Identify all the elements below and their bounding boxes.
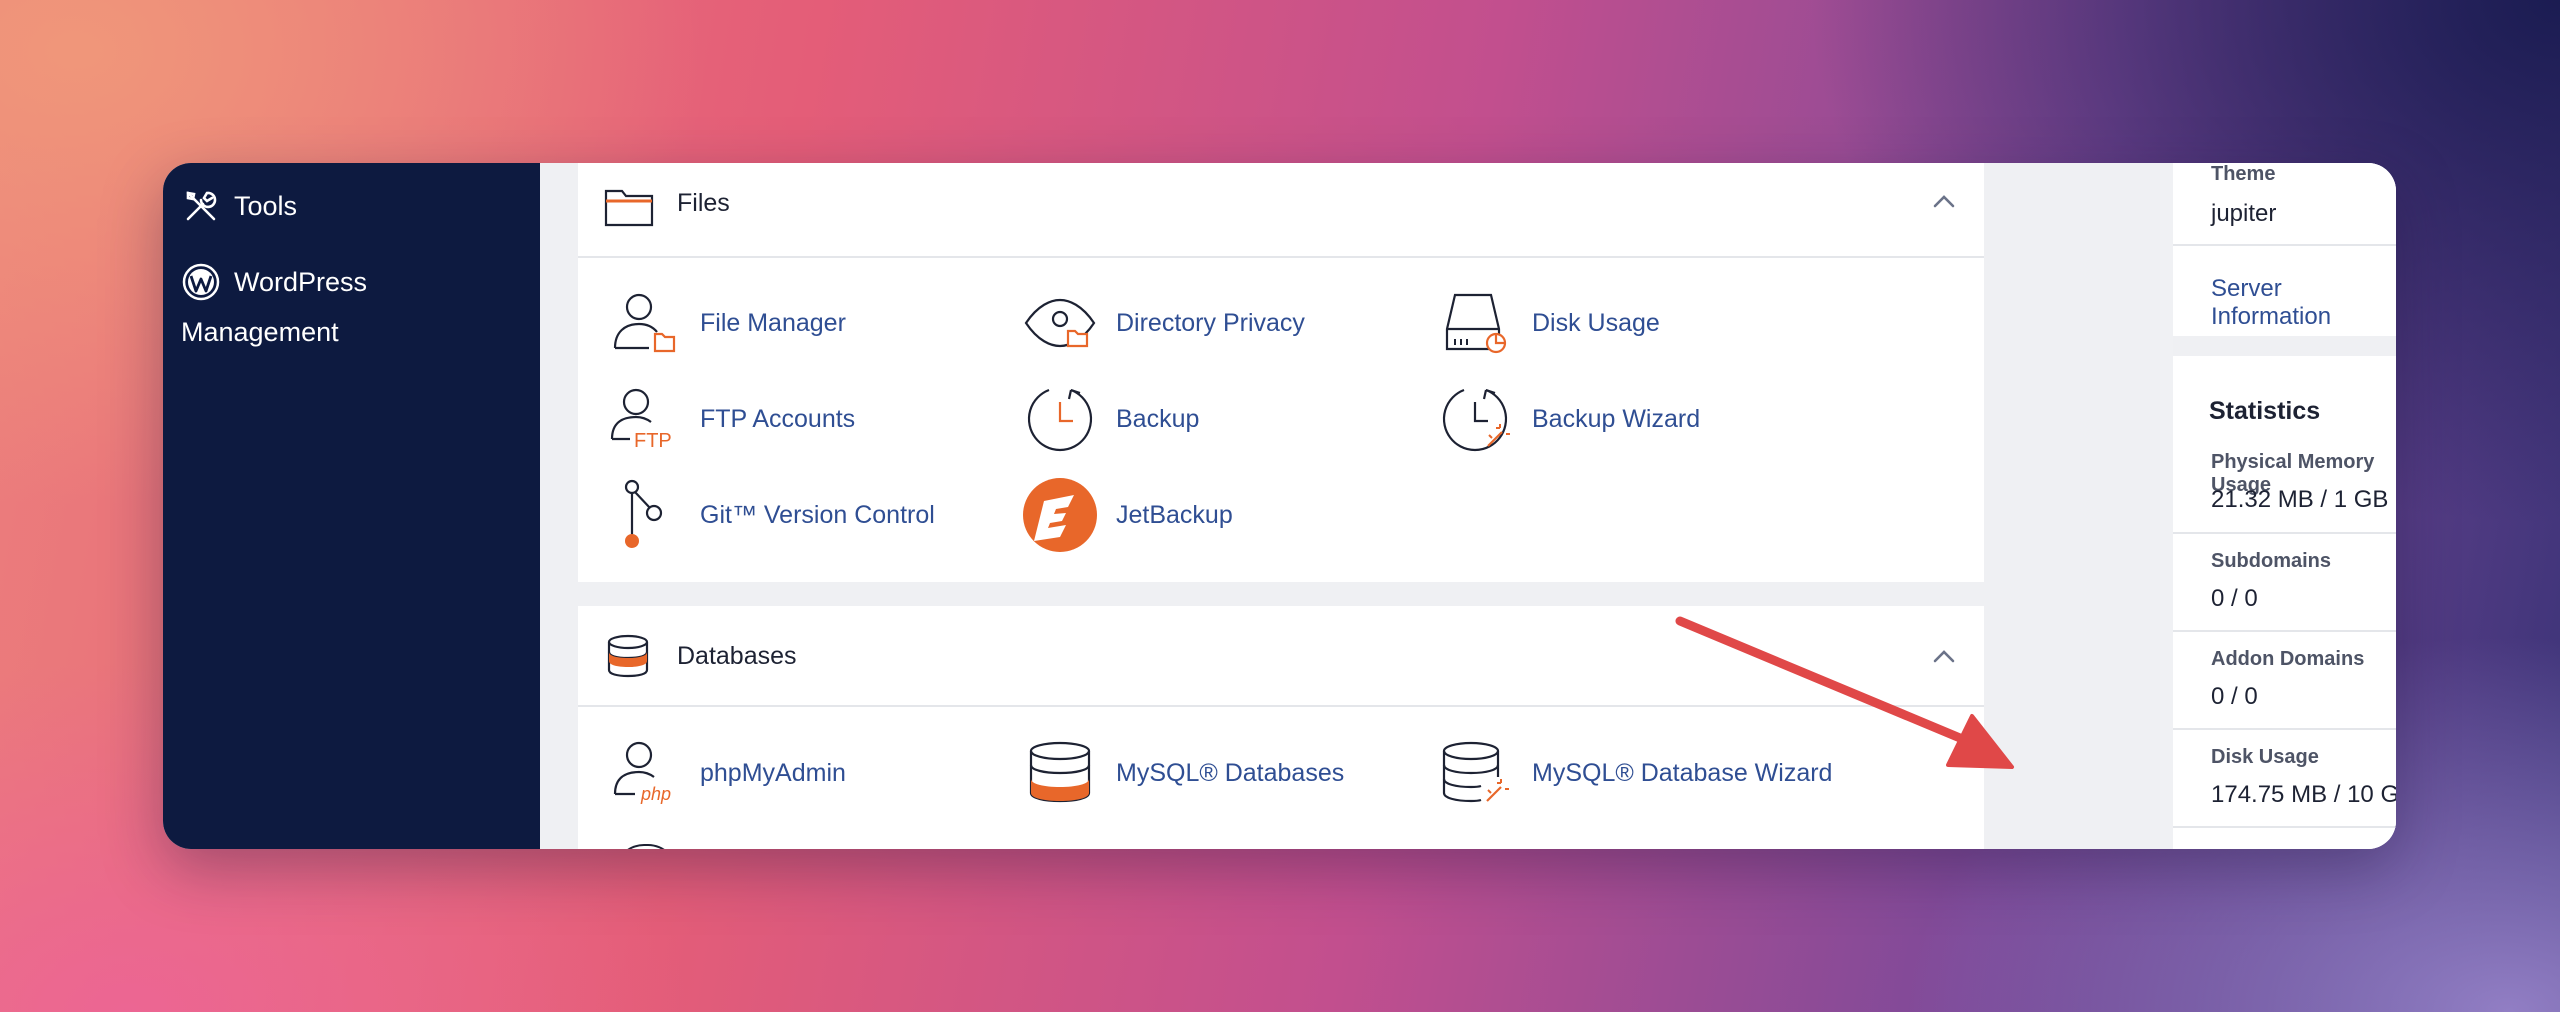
ftp-badge: FTP	[634, 430, 672, 451]
tool-git-version-control[interactable]: Git™ Version Control	[606, 477, 935, 553]
main-content: Files File Manager Directory Privacy Dis…	[540, 163, 2160, 849]
stat-value: 174.75 MB / 10 GB (1.71%)	[2211, 781, 2396, 808]
right-sidebar: Theme jupiter Server Information Statist…	[2173, 163, 2396, 849]
stat-row-disk-usage: Disk Usage 174.75 MB / 10 GB (1.71%)	[2173, 730, 2396, 828]
chevron-up-icon[interactable]	[1932, 193, 1956, 209]
tool-ftp-accounts[interactable]: FTP FTP Accounts	[606, 381, 855, 457]
server-information-link[interactable]: Server Information	[2211, 275, 2396, 331]
stat-value: 21.32 MB / 1 GB (2.08%)	[2211, 486, 2389, 513]
stat-label: Disk Usage	[2211, 746, 2319, 768]
tool-jetbackup-label: JetBackup	[1116, 500, 1233, 529]
tool-mysql-database-wizard-label: MySQL® Database Wizard	[1532, 758, 1833, 787]
sidebar-item-tools-label: Tools	[234, 191, 298, 221]
wordpress-icon	[181, 262, 221, 302]
database-wizard-icon	[1438, 735, 1514, 811]
files-panel-title: Files	[677, 189, 730, 217]
php-badge: php	[640, 784, 671, 804]
tool-file-manager[interactable]: File Manager	[606, 285, 846, 361]
stat-label: Addon Domains	[2211, 648, 2365, 670]
eye-icon	[1022, 285, 1098, 361]
tool-file-manager-label: File Manager	[700, 308, 846, 337]
statistics-card: Statistics Physical Memory Usage 21.32 M…	[2173, 356, 2396, 849]
info-card: Theme jupiter Server Information	[2173, 163, 2396, 336]
stat-value: 0 / 0	[2211, 585, 2258, 612]
databases-panel-header[interactable]: Databases	[578, 606, 1984, 707]
files-panel: Files File Manager Directory Privacy Dis…	[578, 163, 1984, 582]
sidebar-item-tools[interactable]: Tools	[181, 181, 297, 231]
phpmyadmin-icon: php	[606, 735, 682, 811]
clock-icon	[1022, 381, 1098, 457]
disk-usage-icon	[1438, 285, 1514, 361]
sidebar: Tools WordPress Management	[163, 163, 540, 849]
theme-label: Theme	[2211, 163, 2276, 185]
tool-backup[interactable]: Backup	[1022, 381, 1199, 457]
stat-label: Subdomains	[2211, 550, 2332, 572]
files-panel-header[interactable]: Files	[578, 163, 1984, 258]
chevron-up-icon[interactable]	[1932, 648, 1956, 664]
stat-row-addon-domains: Addon Domains 0 / 0	[2173, 632, 2396, 730]
tool-disk-usage[interactable]: Disk Usage	[1438, 285, 1660, 361]
tools-icon	[181, 186, 221, 226]
tool-mysql-databases[interactable]: MySQL® Databases	[1022, 735, 1344, 811]
tool-directory-privacy-label: Directory Privacy	[1116, 308, 1305, 337]
tool-directory-privacy[interactable]: Directory Privacy	[1022, 285, 1305, 361]
tool-mysql-database-wizard[interactable]: MySQL® Database Wizard	[1438, 735, 1832, 811]
tool-mysql-databases-label: MySQL® Databases	[1116, 758, 1345, 787]
file-manager-icon	[606, 285, 682, 361]
git-icon	[606, 477, 682, 553]
cpanel-window: Tools WordPress Management Files File Ma…	[163, 163, 2396, 849]
tool-phpmyadmin[interactable]: php phpMyAdmin	[606, 735, 846, 811]
theme-value: jupiter	[2211, 200, 2277, 227]
database-icon-partial	[614, 844, 678, 849]
databases-panel: Databases php phpMyAdmin MySQL® Database…	[578, 606, 1984, 849]
stat-value: 0 / 0	[2211, 683, 2258, 710]
sidebar-item-wordpress[interactable]: WordPress Management	[181, 257, 367, 357]
folder-icon	[604, 189, 654, 227]
tool-phpmyadmin-label: phpMyAdmin	[700, 758, 846, 787]
ftp-icon: FTP	[606, 381, 682, 457]
tool-backup-wizard-label: Backup Wizard	[1532, 404, 1701, 433]
tool-ftp-accounts-label: FTP Accounts	[700, 404, 856, 433]
tool-disk-usage-label: Disk Usage	[1532, 308, 1660, 337]
stat-row-physical-memory: Physical Memory Usage 21.32 MB / 1 GB (2…	[2173, 441, 2396, 534]
tool-jetbackup[interactable]: JetBackup	[1022, 477, 1233, 553]
database-icon	[1022, 735, 1098, 811]
databases-panel-title: Databases	[677, 642, 797, 670]
theme-row: Theme jupiter	[2173, 163, 2396, 246]
tool-git-version-control-label: Git™ Version Control	[700, 500, 935, 529]
jetbackup-icon	[1022, 477, 1098, 553]
tool-backup-label: Backup	[1116, 404, 1200, 433]
sidebar-item-wordpress-label-line2: Management	[181, 317, 339, 347]
statistics-title: Statistics	[2209, 397, 2321, 425]
sidebar-item-wordpress-label-line1: WordPress	[234, 267, 368, 297]
tool-backup-wizard[interactable]: Backup Wizard	[1438, 381, 1700, 457]
databases-icon	[607, 634, 649, 678]
backup-wizard-icon	[1438, 381, 1514, 457]
stat-row-subdomains: Subdomains 0 / 0	[2173, 534, 2396, 632]
